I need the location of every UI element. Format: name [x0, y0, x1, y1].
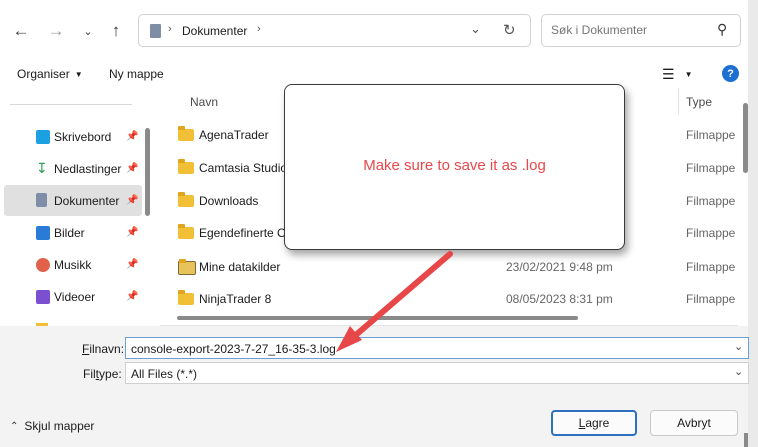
arrow-shaft — [347, 251, 453, 343]
annotation-arrow — [336, 251, 453, 352]
